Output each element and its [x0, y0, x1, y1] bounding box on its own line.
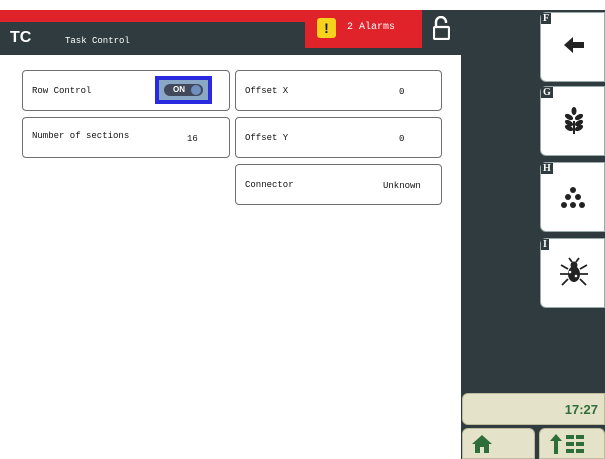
softkey-h-label: H [541, 163, 553, 174]
softkey-f[interactable]: F [540, 12, 605, 82]
row-control-toggle-focus[interactable]: ON [155, 76, 212, 104]
alarms-button[interactable]: ! 2 Alarms [305, 10, 422, 48]
home-icon [472, 435, 492, 453]
row-control-label: Row Control [32, 86, 92, 96]
toggle-knob [191, 85, 201, 95]
up-arrow-grid-icon [550, 434, 584, 454]
softkey-g[interactable]: G [540, 86, 605, 156]
home-button[interactable] [462, 428, 535, 459]
lock-button[interactable] [422, 10, 461, 48]
number-of-sections-card[interactable]: Number of sections 16 [22, 117, 230, 158]
clock-time: 17:27 [564, 402, 598, 417]
row-control-toggle[interactable]: ON [159, 80, 208, 100]
offset-y-label: Offset Y [245, 133, 289, 143]
offset-x-label: Offset X [245, 86, 289, 96]
clock-display: 17:27 [462, 393, 605, 425]
toggle-switch: ON [164, 84, 203, 96]
offset-x-value: 0 [399, 87, 405, 97]
warning-icon: ! [317, 18, 336, 38]
number-of-sections-value: 16 [187, 134, 198, 144]
back-arrow-icon [564, 37, 584, 53]
softkey-g-label: G [541, 87, 553, 98]
offset-y-card[interactable]: Offset Y 0 [235, 117, 442, 158]
softkey-h[interactable]: H [540, 162, 605, 232]
softkey-i[interactable]: I [540, 238, 605, 308]
unlocked-padlock-icon [433, 16, 450, 40]
toggle-state: ON [173, 85, 185, 94]
number-of-sections-label: Number of sections [32, 131, 130, 141]
offset-y-value: 0 [399, 134, 405, 144]
softkey-f-label: F [541, 13, 552, 24]
softkey-i-label: I [541, 239, 549, 250]
wheat-icon [564, 107, 584, 134]
connector-value: Unknown [383, 181, 421, 191]
seeds-icon [561, 187, 585, 208]
app-short-name: TC [10, 29, 32, 46]
offset-x-card[interactable]: Offset X 0 [235, 70, 442, 111]
connector-label: Connector [245, 180, 294, 190]
bug-icon [560, 257, 588, 286]
alarms-label: 2 Alarms [347, 22, 396, 33]
page-title: Task Control [65, 36, 130, 46]
connector-card[interactable]: Connector Unknown [235, 164, 442, 205]
up-arrow-grid-button[interactable] [539, 428, 605, 459]
